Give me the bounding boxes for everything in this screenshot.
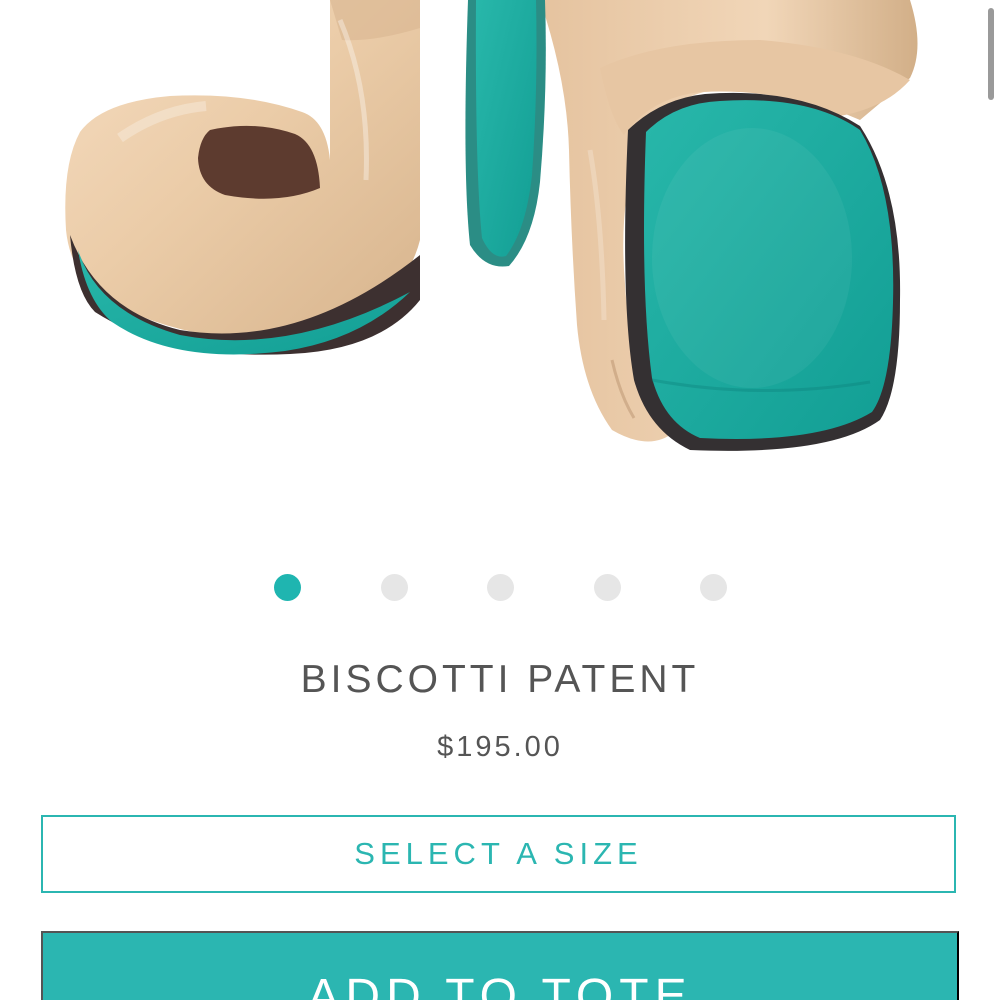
select-size-button[interactable]: SELECT A SIZE: [41, 815, 956, 893]
scrollbar-thumb[interactable]: [988, 8, 994, 100]
product-price: $195.00: [437, 731, 563, 763]
carousel-dot-4[interactable]: [594, 574, 621, 601]
product-image[interactable]: [0, 0, 1000, 560]
carousel-dot-3[interactable]: [487, 574, 514, 601]
add-to-tote-button[interactable]: ADD TO TOTE: [41, 931, 959, 1000]
carousel-dot-5[interactable]: [700, 574, 727, 601]
product-title: BISCOTTI PATENT: [300, 658, 700, 701]
product-page: BISCOTTI PATENT $195.00 SELECT A SIZE AD…: [0, 0, 1000, 1000]
carousel-dot-2[interactable]: [381, 574, 408, 601]
carousel-dot-1[interactable]: [274, 574, 301, 601]
image-carousel-dots: [0, 574, 1000, 602]
shoe-photo: [65, 0, 918, 451]
